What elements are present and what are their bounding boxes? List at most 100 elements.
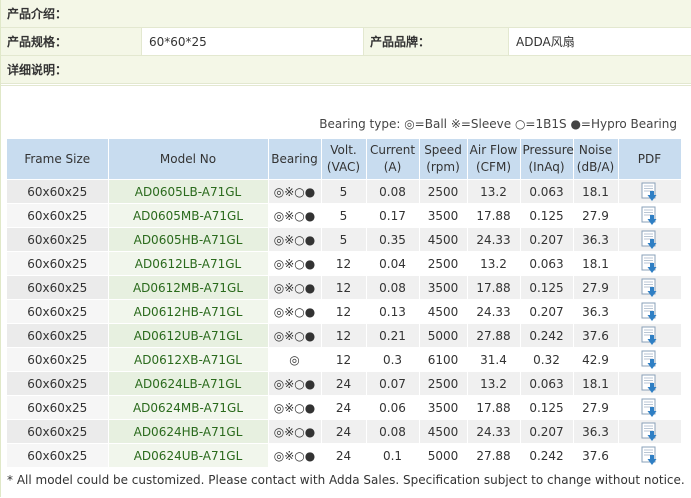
cell-speed: 4500 <box>419 419 468 444</box>
spec-row: 产品规格： 60*60*25 产品品牌： ADDA风扇 <box>1 28 691 56</box>
pdf-download-icon[interactable] <box>641 230 659 250</box>
cell-model[interactable]: AD0612HB-A71GL <box>108 299 269 324</box>
cell-current: 0.17 <box>366 203 420 228</box>
cell-model[interactable]: AD0605LB-A71GL <box>108 179 269 204</box>
cell-volt: 5 <box>321 227 367 252</box>
pdf-download-icon[interactable] <box>641 182 659 202</box>
table-row: 60x60x25 AD0605HB-A71GL ◎※○● 5 0.35 4500 24.33… <box>7 227 682 252</box>
pdf-download-icon[interactable] <box>641 422 659 442</box>
cell-speed: 4500 <box>419 299 468 324</box>
cell-pdf <box>618 275 682 300</box>
cell-current: 0.08 <box>366 275 420 300</box>
cell-volt: 24 <box>321 419 367 444</box>
legend-1b1s: ○=1B1S <box>514 117 567 131</box>
cell-bearing: ◎※○● <box>268 419 322 444</box>
cell-pressure: 0.063 <box>520 179 574 204</box>
cell-volt: 5 <box>321 179 367 204</box>
cell-airflow: 13.2 <box>467 371 521 396</box>
cell-volt: 24 <box>321 395 367 420</box>
cell-speed: 2500 <box>419 251 468 276</box>
cell-model[interactable]: AD0605HB-A71GL <box>108 227 269 252</box>
column-header: Bearing <box>268 139 322 180</box>
cell-model[interactable]: AD0624UB-A71GL <box>108 443 269 468</box>
column-header: Volt. (VAC) <box>321 139 367 180</box>
table-header-row: Frame Size Model No Bearing Volt. (VAC) Curre… <box>7 139 682 180</box>
cell-frame: 60x60x25 <box>7 179 109 204</box>
table-row: 60x60x25 AD0605LB-A71GL ◎※○● 5 0.08 2500 13.2 0… <box>7 179 682 204</box>
cell-airflow: 17.88 <box>467 395 521 420</box>
cell-volt: 12 <box>321 347 367 372</box>
cell-airflow: 13.2 <box>467 179 521 204</box>
cell-speed: 3500 <box>419 275 468 300</box>
cell-current: 0.3 <box>366 347 420 372</box>
pdf-download-icon[interactable] <box>641 446 659 466</box>
cell-noise: 37.6 <box>573 323 619 348</box>
cell-current: 0.1 <box>366 443 420 468</box>
spec-table: Frame Size Model No Bearing Volt. (VAC) Curre… <box>7 139 682 468</box>
table-row: 60x60x25 AD0612UB-A71GL ◎※○● 12 0.21 5000 27.8… <box>7 323 682 348</box>
cell-airflow: 24.33 <box>467 419 521 444</box>
cell-volt: 24 <box>321 443 367 468</box>
cell-noise: 36.3 <box>573 299 619 324</box>
cell-model[interactable]: AD0624MB-A71GL <box>108 395 269 420</box>
table-row: 60x60x25 AD0605MB-A71GL ◎※○● 5 0.17 3500 17.88… <box>7 203 682 228</box>
cell-speed: 5000 <box>419 323 468 348</box>
cell-model[interactable]: AD0624HB-A71GL <box>108 419 269 444</box>
cell-speed: 3500 <box>419 395 468 420</box>
cell-airflow: 27.88 <box>467 323 521 348</box>
table-body: 60x60x25 AD0605LB-A71GL ◎※○● 5 0.08 2500 13.2 0… <box>7 179 682 468</box>
table-row: 60x60x25 AD0612XB-A71GL ◎ 12 0.3 6100 31.4 0.32… <box>7 347 682 372</box>
pdf-download-icon[interactable] <box>641 398 659 418</box>
cell-frame: 60x60x25 <box>7 227 109 252</box>
pdf-download-icon[interactable] <box>641 278 659 298</box>
cell-pdf <box>618 371 682 396</box>
cell-noise: 36.3 <box>573 227 619 252</box>
cell-current: 0.13 <box>366 299 420 324</box>
spec-label-cell: 产品规格： <box>1 28 141 55</box>
pdf-download-icon[interactable] <box>641 374 659 394</box>
cell-model[interactable]: AD0612XB-A71GL <box>108 347 269 372</box>
column-header: Pressure (InAq) <box>520 139 574 180</box>
cell-model[interactable]: AD0612LB-A71GL <box>108 251 269 276</box>
cell-pressure: 0.207 <box>520 419 574 444</box>
cell-noise: 27.9 <box>573 275 619 300</box>
cell-model[interactable]: AD0624LB-A71GL <box>108 371 269 396</box>
cell-current: 0.08 <box>366 179 420 204</box>
cell-pdf <box>618 299 682 324</box>
pdf-download-icon[interactable] <box>641 206 659 226</box>
table-row: 60x60x25 AD0624UB-A71GL ◎※○● 24 0.1 5000 27.88… <box>7 443 682 468</box>
pdf-download-icon[interactable] <box>641 302 659 322</box>
cell-model[interactable]: AD0605MB-A71GL <box>108 203 269 228</box>
column-header: Air Flow (CFM) <box>467 139 521 180</box>
pdf-download-icon[interactable] <box>641 254 659 274</box>
cell-pressure: 0.207 <box>520 299 574 324</box>
cell-speed: 2500 <box>419 179 468 204</box>
cell-noise: 27.9 <box>573 395 619 420</box>
cell-frame: 60x60x25 <box>7 275 109 300</box>
cell-bearing: ◎ <box>268 347 322 372</box>
pdf-download-icon[interactable] <box>641 350 659 370</box>
cell-volt: 12 <box>321 323 367 348</box>
brand-value: ADDA风扇 <box>508 28 691 55</box>
cell-airflow: 17.88 <box>467 203 521 228</box>
cell-current: 0.04 <box>366 251 420 276</box>
cell-pdf <box>618 251 682 276</box>
brand-label: 产品品牌： <box>363 28 508 55</box>
cell-frame: 60x60x25 <box>7 395 109 420</box>
cell-pressure: 0.125 <box>520 203 574 228</box>
cell-speed: 3500 <box>419 203 468 228</box>
cell-volt: 12 <box>321 275 367 300</box>
cell-pdf <box>618 443 682 468</box>
cell-speed: 2500 <box>419 371 468 396</box>
cell-frame: 60x60x25 <box>7 347 109 372</box>
cell-pressure: 0.32 <box>520 347 574 372</box>
cell-model[interactable]: AD0612UB-A71GL <box>108 323 269 348</box>
cell-speed: 6100 <box>419 347 468 372</box>
cell-model[interactable]: AD0612MB-A71GL <box>108 275 269 300</box>
cell-current: 0.35 <box>366 227 420 252</box>
cell-bearing: ◎※○● <box>268 251 322 276</box>
cell-pdf <box>618 203 682 228</box>
cell-airflow: 31.4 <box>467 347 521 372</box>
pdf-download-icon[interactable] <box>641 326 659 346</box>
cell-airflow: 24.33 <box>467 299 521 324</box>
